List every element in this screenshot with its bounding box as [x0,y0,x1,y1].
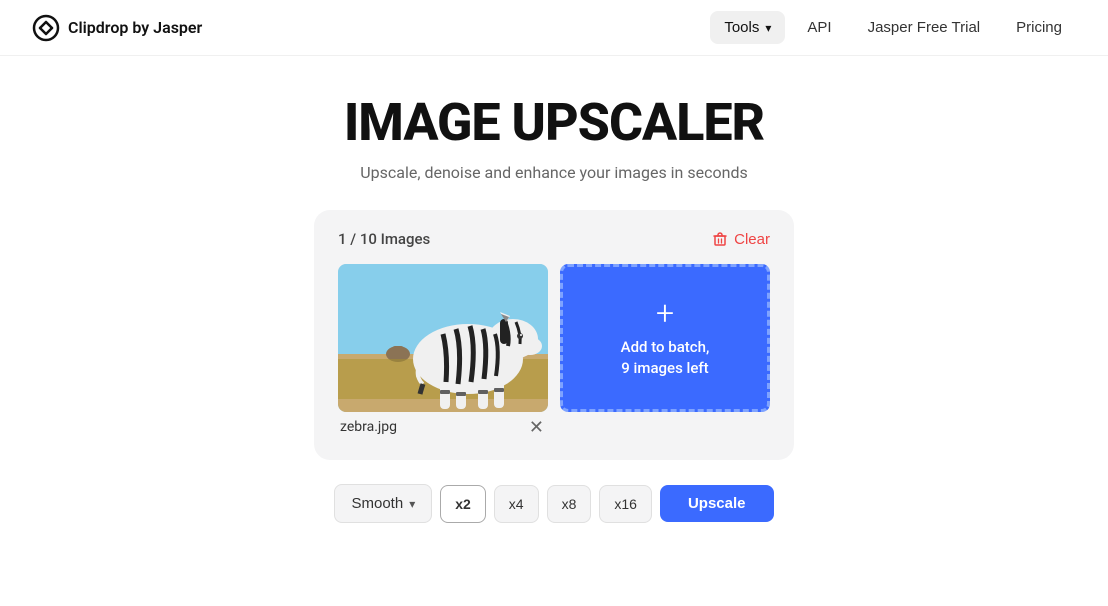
image-filename-row: zebra.jpg ✕ [338,418,548,436]
logo: Clipdrop by Jasper [32,14,202,42]
add-batch-plus-icon: + [656,297,674,329]
image-filename: zebra.jpg [340,419,397,435]
upscale-button[interactable]: Upscale [660,485,774,522]
scale-x4-button[interactable]: x4 [494,485,539,523]
tools-button[interactable]: Tools ▾ [710,11,785,44]
zebra-image [338,264,548,412]
pricing-link[interactable]: Pricing [1002,11,1076,44]
upload-header: 1 / 10 Images Clear [338,230,770,248]
logo-icon [32,14,60,42]
remove-image-button[interactable]: ✕ [527,418,546,436]
upload-container: 1 / 10 Images Clear [314,210,794,460]
image-thumbnail [338,264,548,412]
api-link[interactable]: API [793,11,845,44]
trash-icon [712,231,728,247]
clear-label: Clear [734,231,770,248]
chevron-down-icon: ▾ [765,21,771,35]
scale-x8-button[interactable]: x8 [547,485,592,523]
image-count: 1 / 10 Images [338,230,430,248]
smooth-dropdown-button[interactable]: Smooth ▾ [334,484,432,523]
smooth-label: Smooth [351,495,403,512]
images-row: zebra.jpg ✕ + Add to batch, 9 images lef… [338,264,770,436]
tools-label: Tools [724,19,759,36]
page-subtitle: Upscale, denoise and enhance your images… [360,163,747,182]
logo-text: Clipdrop by Jasper [68,18,202,37]
clear-button[interactable]: Clear [712,231,770,248]
nav-links: Tools ▾ API Jasper Free Trial Pricing [710,11,1076,44]
scale-x2-button[interactable]: x2 [440,485,486,523]
add-batch-card[interactable]: + Add to batch, 9 images left [560,264,770,412]
main-content: IMAGE UPSCALER Upscale, denoise and enha… [0,56,1108,523]
scale-x16-button[interactable]: x16 [599,485,652,523]
navbar: Clipdrop by Jasper Tools ▾ API Jasper Fr… [0,0,1108,56]
add-batch-text: Add to batch, 9 images left [621,337,710,379]
image-card: zebra.jpg ✕ [338,264,548,436]
page-title: IMAGE UPSCALER [344,92,764,153]
toolbar: Smooth ▾ x2 x4 x8 x16 Upscale [334,484,773,523]
chevron-down-icon: ▾ [409,497,415,511]
trial-link[interactable]: Jasper Free Trial [854,11,995,44]
